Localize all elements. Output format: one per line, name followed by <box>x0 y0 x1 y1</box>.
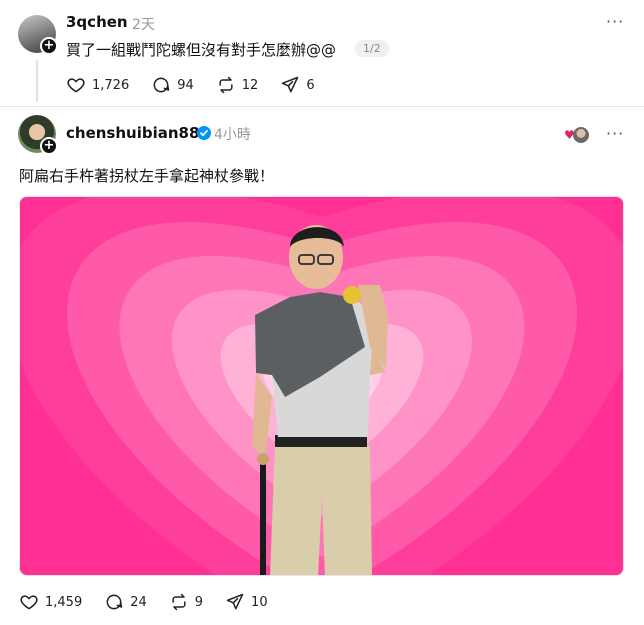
post-image[interactable] <box>19 196 624 576</box>
share-button[interactable]: 10 <box>225 592 268 612</box>
like-button[interactable]: 1,459 <box>19 592 82 612</box>
post-timestamp[interactable]: 4小時 <box>214 124 251 144</box>
like-count: 1,459 <box>45 594 83 610</box>
liker-avatar <box>572 127 589 143</box>
repost-count: 9 <box>194 594 204 610</box>
post-actions: 1,459 24 9 10 <box>19 592 290 612</box>
comment-icon <box>106 594 123 610</box>
repost-button[interactable]: 9 <box>169 592 203 612</box>
heart-pattern-background <box>20 197 623 575</box>
share-count: 10 <box>251 594 268 610</box>
repost-icon <box>172 593 186 611</box>
verified-badge-icon <box>197 126 211 140</box>
heart-icon <box>20 595 38 610</box>
follow-plus-icon[interactable]: + <box>40 137 58 155</box>
thread-post-2: + chenshuibian88 4小時 ♥ ··· 阿扁右手杵著拐杖左手拿起神… <box>0 0 644 625</box>
comment-count: 24 <box>130 594 147 610</box>
comment-button[interactable]: 24 <box>104 592 147 612</box>
liked-by-indicator[interactable]: ♥ <box>564 127 589 143</box>
post-username[interactable]: chenshuibian88 <box>66 124 199 142</box>
share-icon <box>226 593 244 610</box>
post-text: 阿扁右手杵著拐杖左手拿起神杖參戰！ <box>19 167 275 185</box>
more-icon[interactable]: ··· <box>606 124 624 143</box>
